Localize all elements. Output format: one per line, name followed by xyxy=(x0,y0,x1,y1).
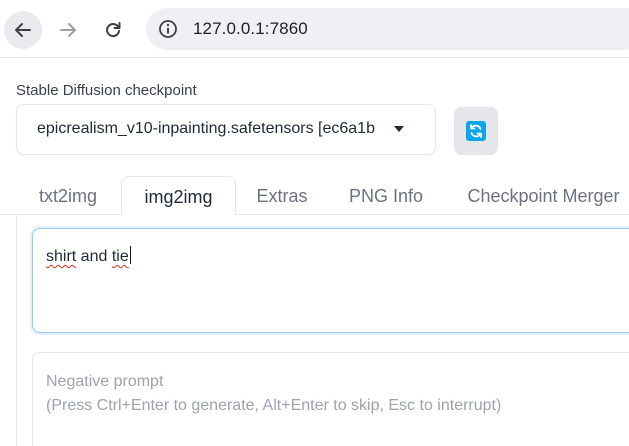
text-cursor xyxy=(129,246,131,264)
chevron-down-icon xyxy=(394,126,404,132)
prompt-textarea[interactable]: shirt and tie xyxy=(32,228,629,333)
url-text[interactable]: 127.0.0.1:7860 xyxy=(193,19,308,39)
prompt-word: shirt xyxy=(46,248,77,265)
address-bar[interactable]: 127.0.0.1:7860 xyxy=(146,8,629,50)
negative-prompt-textarea[interactable]: Negative prompt (Press Ctrl+Enter to gen… xyxy=(32,352,629,446)
prompt-word: and xyxy=(76,248,112,265)
prompt-word: tie xyxy=(111,248,129,265)
checkpoint-selected-value: epicrealism_v10-inpainting.safetensors [… xyxy=(37,120,375,137)
tab-checkpoint-merger[interactable]: Checkpoint Merger xyxy=(456,176,629,215)
reload-icon xyxy=(106,22,121,38)
checkpoint-dropdown[interactable]: epicrealism_v10-inpainting.safetensors [… xyxy=(16,104,436,155)
tab-txt2img[interactable]: txt2img xyxy=(22,176,114,215)
forward-button[interactable] xyxy=(49,11,87,49)
checkpoint-label: Stable Diffusion checkpoint xyxy=(16,82,197,99)
reload-button[interactable] xyxy=(94,11,132,49)
browser-toolbar: 127.0.0.1:7860 xyxy=(0,0,629,58)
tab-png-info[interactable]: PNG Info xyxy=(336,176,436,215)
placeholder-line: Negative prompt xyxy=(46,373,164,390)
arrow-right-icon xyxy=(60,23,76,37)
negative-prompt-placeholder: Negative prompt (Press Ctrl+Enter to gen… xyxy=(46,370,501,418)
arrow-left-icon xyxy=(15,23,31,37)
tab-extras[interactable]: Extras xyxy=(245,176,319,215)
tab-img2img[interactable]: img2img xyxy=(121,176,236,215)
refresh-checkpoints-button[interactable] xyxy=(454,107,498,155)
placeholder-line: (Press Ctrl+Enter to generate, Alt+Enter… xyxy=(46,397,502,414)
info-circle-icon[interactable] xyxy=(158,19,178,39)
prompt-text: shirt and tie xyxy=(46,246,131,266)
back-button[interactable] xyxy=(4,11,42,49)
refresh-icon xyxy=(466,121,486,141)
